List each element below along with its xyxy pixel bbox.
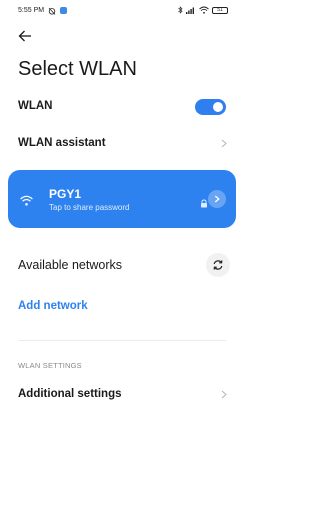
chevron-right-icon <box>214 195 220 203</box>
wlan-settings-header: WLAN SETTINGS <box>18 361 82 370</box>
wlan-toggle-row[interactable]: WLAN <box>0 91 244 121</box>
network-subtitle: Tap to share password <box>49 203 130 212</box>
status-left: 5:55 PM <box>18 6 68 15</box>
toggle-knob <box>213 102 223 112</box>
wlan-assistant-row[interactable]: WLAN assistant <box>0 128 244 158</box>
additional-settings-row[interactable]: Additional settings <box>0 379 244 409</box>
available-networks-title: Available networks <box>18 258 122 272</box>
battery-level: 51 <box>217 6 223 13</box>
connected-network-card[interactable]: PGY1 Tap to share password <box>8 170 236 228</box>
battery-icon: 51 <box>212 6 228 14</box>
cellular-signal-icon <box>186 6 196 14</box>
additional-settings-label: Additional settings <box>18 388 122 400</box>
add-network-link[interactable]: Add network <box>18 299 88 313</box>
divider <box>18 340 226 341</box>
wlan-toggle-switch[interactable] <box>195 99 226 115</box>
refresh-button[interactable] <box>206 253 230 277</box>
wifi-status-icon <box>199 6 209 14</box>
arrow-left-icon <box>18 30 31 42</box>
wlan-label: WLAN <box>18 100 53 112</box>
back-button[interactable] <box>15 26 35 46</box>
wifi-icon <box>20 193 33 206</box>
status-time: 5:55 PM <box>18 7 45 14</box>
notification-app-icon <box>60 7 68 14</box>
wlan-settings-screen: 5:55 PM 51 Select WLAN WLAN WLAN assista… <box>0 0 244 528</box>
status-bar: 5:55 PM 51 <box>0 0 244 22</box>
network-ssid: PGY1 <box>49 187 82 201</box>
wlan-assistant-label: WLAN assistant <box>18 137 106 149</box>
bluetooth-icon <box>178 6 183 14</box>
page-title: Select WLAN <box>18 58 137 80</box>
status-right: 51 <box>178 6 228 14</box>
refresh-icon <box>213 260 223 270</box>
chevron-right-icon <box>220 389 228 399</box>
lock-icon <box>200 195 208 208</box>
alarm-off-icon <box>48 7 56 15</box>
chevron-right-icon <box>220 138 228 148</box>
network-details-button[interactable] <box>208 190 226 208</box>
